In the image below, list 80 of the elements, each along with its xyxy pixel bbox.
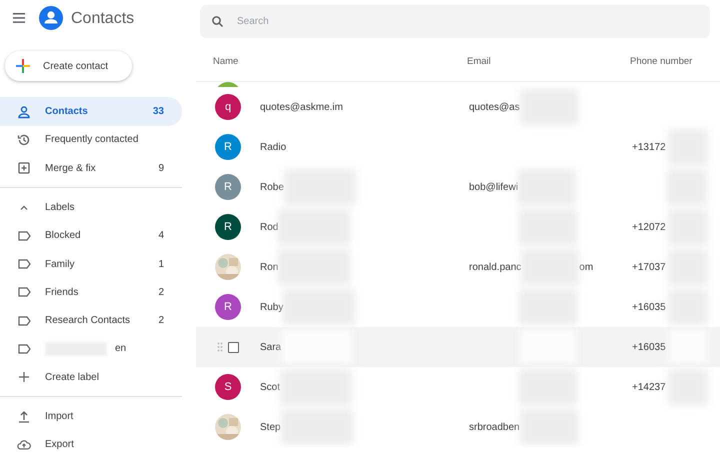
label-icon [18, 230, 30, 241]
action-label: Export [45, 439, 75, 450]
action-item[interactable]: Import [0, 402, 182, 431]
phone-text: +16035 [632, 342, 666, 352]
label-name: Research Contacts [45, 315, 130, 326]
nav-item[interactable]: Frequently contacted [0, 126, 182, 154]
email-text: quotes@as [469, 102, 520, 112]
menu-icon[interactable] [13, 12, 25, 23]
count-label: 9 [158, 162, 164, 174]
phone-text: +16035 [632, 302, 666, 312]
label-item[interactable]: Family 1 [0, 250, 182, 278]
action-item[interactable]: Export [0, 430, 182, 459]
contacts-logo-icon [39, 6, 63, 30]
label-item[interactable]: Research Contacts 2 [0, 306, 182, 335]
count-label: 2 [158, 315, 164, 326]
search-icon [212, 16, 223, 27]
add-box-icon [17, 161, 31, 176]
action-label: Import [45, 411, 74, 422]
contact-name: quotes@askme.im [260, 102, 343, 112]
phone-text: +13172 [632, 142, 666, 152]
email-text: ronald.panc [469, 262, 522, 272]
email-text: bob@lifewi [469, 182, 518, 192]
nav-item[interactable]: Merge & fix 9 [0, 154, 182, 182]
section-heading: Labels [45, 202, 76, 213]
avatar: R [215, 214, 241, 240]
phone-text: +14237 [632, 382, 666, 392]
column-header: Email [467, 56, 492, 67]
nav-item[interactable]: Contacts 33 [0, 97, 182, 126]
avatar: S [215, 374, 241, 400]
nav-label: Contacts [45, 106, 89, 118]
avatar: R [215, 134, 241, 160]
count-label: 4 [158, 230, 164, 242]
email-text: srbroadben [469, 422, 520, 432]
contact-name: Sara [260, 342, 282, 352]
avatar: q [215, 94, 241, 120]
cloud-icon [17, 438, 31, 452]
label-name: Family [45, 258, 74, 270]
plus-icon [19, 372, 29, 382]
email-text: om [579, 262, 594, 272]
label-icon [18, 344, 30, 354]
drag-handle-icon[interactable] [217, 342, 223, 352]
contact-name: Ron [260, 262, 278, 272]
search-field[interactable]: Search [200, 5, 710, 38]
count-label: 2 [158, 286, 164, 298]
history-icon [17, 132, 31, 147]
chevron-icon[interactable] [20, 204, 28, 210]
highlighted-row[interactable]: Sara +16035 [196, 327, 720, 367]
label-name: Friends [45, 286, 78, 298]
contact-name: Ruby [260, 302, 284, 312]
avatar: R [215, 294, 241, 320]
label-item[interactable]: en [0, 334, 182, 364]
create-contact-button[interactable]: Create contact [5, 51, 132, 82]
label-icon [18, 259, 30, 270]
label-icon [18, 287, 30, 298]
contact-name: Robe [260, 182, 284, 192]
phone-text: +17037 [632, 262, 666, 272]
label-name: en [115, 343, 126, 354]
nav-label: Merge & fix [45, 162, 97, 174]
count-label: 33 [152, 106, 164, 118]
create-label-text: Create label [45, 372, 100, 383]
create-label-item[interactable]: Create label [0, 363, 182, 392]
label-item[interactable]: Friends 2 [0, 278, 182, 307]
label-item[interactable]: Blocked 4 [0, 222, 182, 250]
contact-name: Rod [260, 222, 278, 232]
plus-icon [15, 58, 31, 74]
label-icon [18, 316, 30, 326]
column-header: Phone number [630, 56, 694, 67]
checkbox[interactable] [228, 342, 239, 352]
contact-name: Radio [260, 142, 286, 152]
upload-icon [17, 410, 31, 424]
contact-name: Scot [260, 382, 280, 392]
count-label: 1 [158, 258, 164, 270]
avatar: R [215, 174, 241, 200]
nav-label: Frequently contacted [45, 134, 140, 146]
label-name: Blocked [45, 230, 81, 242]
contact-name: Step [260, 422, 281, 432]
app-title: Contacts [71, 10, 134, 28]
phone-text: +12072 [632, 222, 666, 232]
column-header: Name [213, 56, 240, 67]
person-icon [17, 104, 31, 119]
